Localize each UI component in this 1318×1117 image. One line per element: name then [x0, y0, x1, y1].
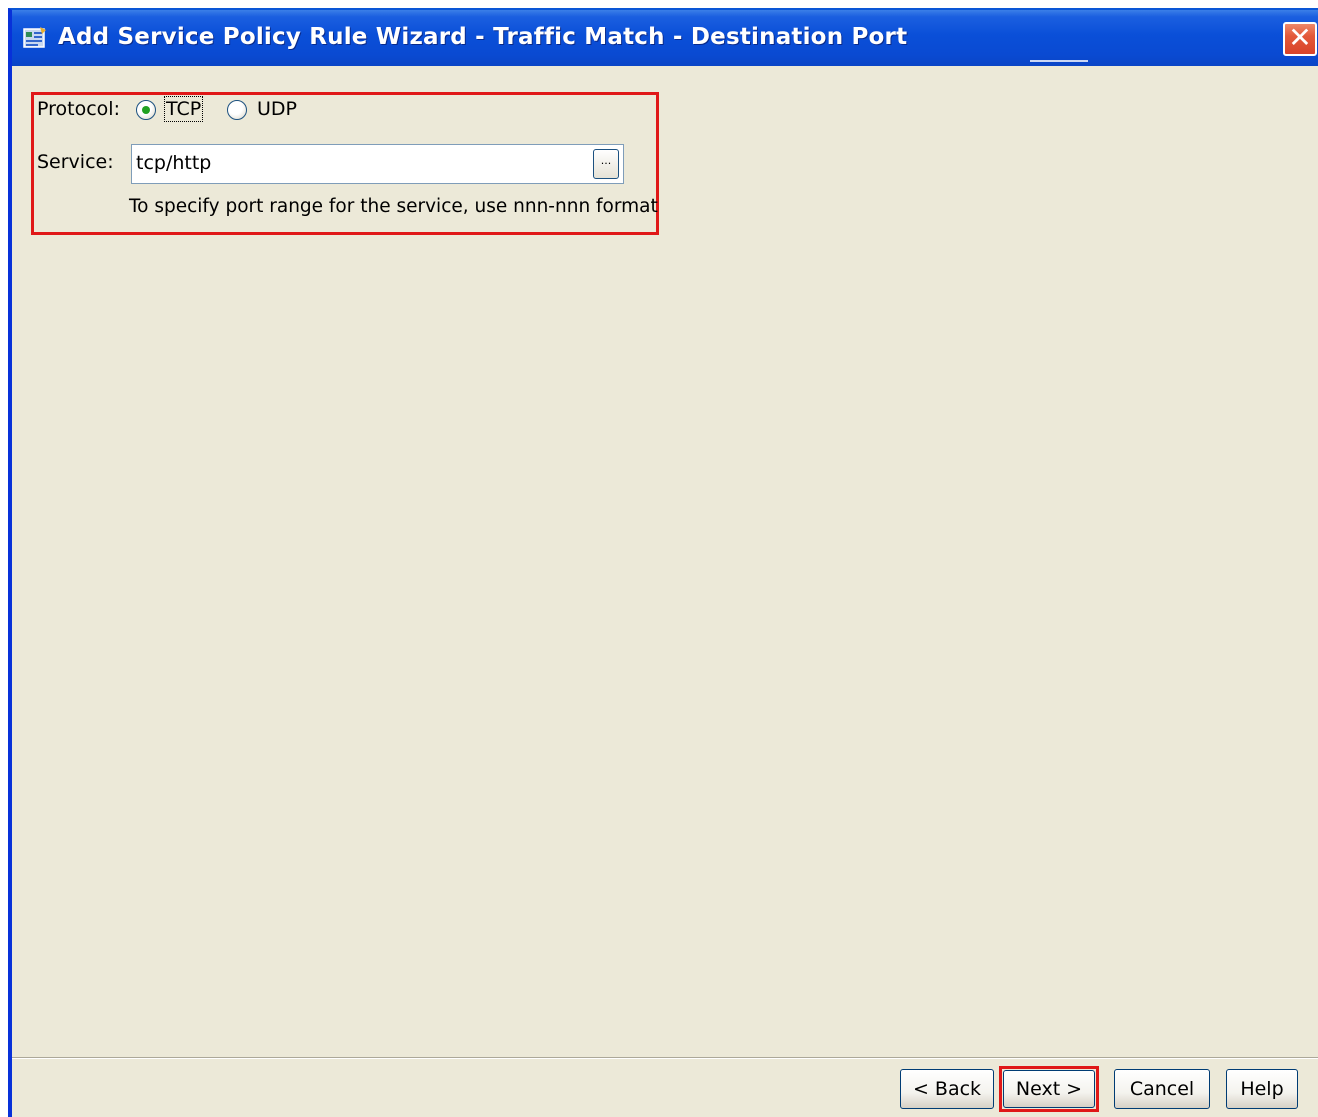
- wizard-app-icon: [23, 27, 46, 48]
- udp-radio[interactable]: [227, 100, 247, 120]
- close-button[interactable]: ✕: [1283, 22, 1317, 56]
- service-value: tcp/http: [136, 152, 212, 174]
- radio-selected-dot: [142, 106, 150, 114]
- footer-separator: [12, 1057, 1318, 1058]
- tcp-radio[interactable]: [136, 100, 156, 120]
- port-range-hint: To specify port range for the service, u…: [129, 196, 658, 217]
- title-bar[interactable]: Add Service Policy Rule Wizard - Traffic…: [12, 10, 1318, 66]
- help-button[interactable]: Help: [1226, 1069, 1298, 1109]
- browse-service-button[interactable]: ...: [593, 149, 619, 179]
- ellipsis-icon: ...: [600, 154, 612, 167]
- wizard-window: Add Service Policy Rule Wizard - Traffic…: [8, 8, 1318, 1117]
- service-label: Service:: [37, 151, 114, 173]
- tcp-radio-label[interactable]: TCP: [163, 96, 204, 122]
- next-button[interactable]: Next >: [1003, 1070, 1095, 1108]
- service-input[interactable]: tcp/http ...: [131, 144, 624, 184]
- back-button[interactable]: < Back: [900, 1069, 994, 1109]
- close-icon: ✕: [1288, 21, 1312, 54]
- window-title: Add Service Policy Rule Wizard - Traffic…: [58, 24, 908, 50]
- udp-radio-label[interactable]: UDP: [257, 98, 297, 120]
- protocol-label: Protocol:: [37, 98, 120, 120]
- cancel-button[interactable]: Cancel: [1114, 1069, 1210, 1109]
- title-underline: [1030, 60, 1088, 62]
